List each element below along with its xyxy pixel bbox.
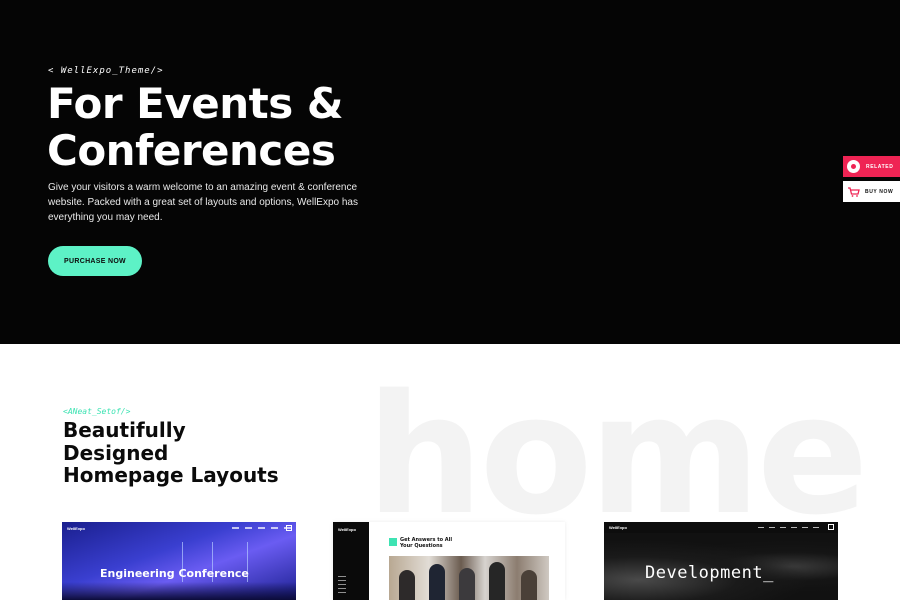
buy-now-button[interactable]: BUY NOW bbox=[843, 181, 900, 202]
crowd-shadow bbox=[62, 582, 296, 600]
accent-square bbox=[389, 538, 397, 546]
purchase-now-button[interactable]: PURCHASE NOW bbox=[48, 246, 142, 276]
hero-tag: < WellExpo_Theme/> bbox=[48, 66, 164, 76]
layout-thumbnail-engineering[interactable]: WellExpo Engineering Conference bbox=[62, 522, 296, 600]
menu-box-icon bbox=[286, 525, 292, 531]
thumbnail-heading: Engineering Conference bbox=[100, 567, 249, 580]
thumbnail-logo: WellExpo bbox=[338, 527, 356, 532]
hero-description: Give your visitors a warm welcome to an … bbox=[48, 182, 358, 223]
related-label: RELATED bbox=[866, 163, 894, 170]
hero-section: < WellExpo_Theme/> For Events & Conferen… bbox=[0, 0, 900, 344]
thumbnail-heading: Development_ bbox=[645, 563, 774, 583]
hero-title: For Events & Conferences bbox=[47, 79, 343, 175]
thumbnail-menu bbox=[758, 526, 819, 529]
buy-now-label: BUY NOW bbox=[865, 188, 894, 195]
layout-thumbnail-questions[interactable]: WellExpo Get Answers to All Your Questio… bbox=[333, 522, 565, 600]
section-title: Beautifully Designed Homepage Layouts bbox=[63, 418, 279, 487]
related-button[interactable]: RELATED bbox=[843, 156, 900, 177]
cart-icon bbox=[848, 186, 860, 197]
menu-box-icon bbox=[828, 524, 834, 530]
section-tag: <ANeat_Setof/> bbox=[63, 407, 131, 416]
thumbnail-nav: WellExpo bbox=[604, 522, 838, 533]
layout-thumbnail-development[interactable]: WellExpo Development_ bbox=[604, 522, 838, 600]
thumbnail-sidebar: WellExpo bbox=[333, 522, 369, 600]
thumbnail-logo: WellExpo bbox=[67, 525, 85, 531]
thumbnail-menu bbox=[232, 527, 291, 529]
thumbnail-logo: WellExpo bbox=[609, 525, 627, 530]
thumbnail-heading: Get Answers to All Your Questions bbox=[400, 537, 453, 549]
people-photo bbox=[389, 556, 549, 600]
thumbnail-nav: WellExpo bbox=[62, 522, 296, 534]
circle-dot-icon bbox=[847, 160, 860, 173]
